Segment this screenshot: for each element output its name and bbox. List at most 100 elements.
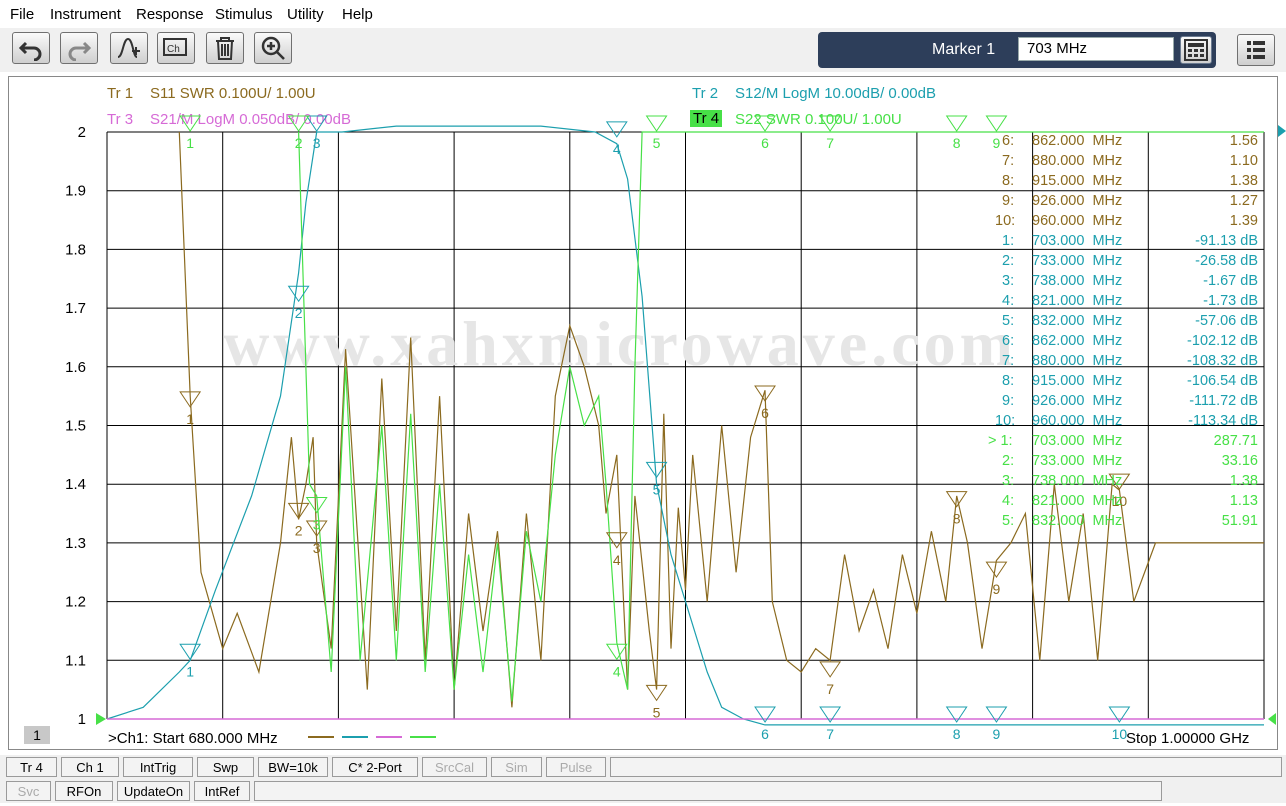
y-tick-label: 1.9 bbox=[65, 183, 86, 200]
marker-number-label: 9 bbox=[993, 135, 1001, 151]
marker-row-frequency: 821.000 MHz bbox=[1032, 493, 1123, 509]
marker-row-frequency: 703.000 MHz bbox=[1032, 433, 1123, 449]
marker-number-label: 1 bbox=[186, 135, 194, 151]
marker-row-frequency: 738.000 MHz bbox=[1032, 473, 1123, 489]
marker-number-label: 1 bbox=[186, 411, 194, 427]
marker-row-label: 7: bbox=[1002, 153, 1015, 169]
start-frequency[interactable]: >Ch1: Start 680.000 MHz bbox=[108, 730, 278, 747]
marker-row-label: 5: bbox=[1002, 513, 1015, 529]
marker-row-frequency: 862.000 MHz bbox=[1032, 333, 1123, 349]
status-service[interactable]: Svc bbox=[6, 781, 51, 801]
marker-row-label: 4: bbox=[1002, 293, 1015, 309]
marker-number-label: 2 bbox=[295, 135, 303, 151]
status-bandwidth[interactable]: BW=10k bbox=[258, 757, 328, 777]
y-tick-label: 1.7 bbox=[65, 300, 86, 317]
marker-row-value: 1.38 bbox=[1229, 473, 1258, 489]
y-tick-label: 1.1 bbox=[65, 652, 86, 669]
marker-number-label: 8 bbox=[953, 135, 961, 151]
watermark: www.xahxmicrowave.com bbox=[223, 308, 1017, 379]
marker-row-frequency: 738.000 MHz bbox=[1032, 273, 1123, 289]
marker-row-frequency: 915.000 MHz bbox=[1032, 373, 1123, 389]
trace-legend-lines bbox=[308, 736, 436, 738]
marker-row-value: 1.39 bbox=[1229, 213, 1258, 229]
stop-frequency[interactable]: Stop 1.00000 GHz bbox=[1126, 730, 1249, 747]
status-sim[interactable]: Sim bbox=[491, 757, 542, 777]
y-tick-label: 1.5 bbox=[65, 418, 86, 435]
status-trace[interactable]: Tr 4 bbox=[6, 757, 57, 777]
marker-number-label: 5 bbox=[653, 704, 661, 720]
marker-row-label: 9: bbox=[1002, 193, 1015, 209]
y-tick-labels: 2 1.9 1.8 1.7 1.6 1.5 1.4 1.3 1.2 1.1 1 bbox=[65, 124, 86, 728]
marker-row-frequency: 926.000 MHz bbox=[1032, 393, 1123, 409]
marker-triangle bbox=[179, 115, 202, 132]
marker-number-label: 4 bbox=[613, 552, 621, 568]
status-srccal[interactable]: SrcCal bbox=[422, 757, 487, 777]
marker-row-label: 6: bbox=[1002, 133, 1015, 149]
marker-row-label: 3: bbox=[1002, 273, 1015, 289]
marker-number-label: 2 bbox=[295, 522, 303, 538]
marker-row-label: 2: bbox=[1002, 453, 1015, 469]
marker-number-label: 6 bbox=[761, 135, 769, 151]
marker-number-label: 1 bbox=[186, 663, 194, 679]
marker-number-label: 6 bbox=[761, 726, 769, 742]
y-tick-label: 1.4 bbox=[65, 476, 86, 493]
status-channel[interactable]: Ch 1 bbox=[61, 757, 119, 777]
marker-row-label: 6: bbox=[1002, 333, 1015, 349]
marker-number-label: 9 bbox=[993, 726, 1001, 742]
status-int-ref[interactable]: IntRef bbox=[194, 781, 250, 801]
marker-row-label: 8: bbox=[1002, 373, 1015, 389]
status-pulse[interactable]: Pulse bbox=[546, 757, 606, 777]
status-rf-on[interactable]: RFOn bbox=[55, 781, 113, 801]
y-tick-label: 1.8 bbox=[65, 241, 86, 258]
marker-row-value: -91.13 dB bbox=[1195, 233, 1258, 249]
status-trigger[interactable]: IntTrig bbox=[123, 757, 193, 777]
marker-row-frequency: 733.000 MHz bbox=[1032, 453, 1123, 469]
marker-triangle bbox=[305, 115, 328, 132]
marker-row-label: 2: bbox=[1002, 253, 1015, 269]
reference-arrow-left bbox=[96, 713, 106, 725]
marker-row-value: 33.16 bbox=[1221, 453, 1258, 469]
marker-row-value: 1.38 bbox=[1229, 173, 1258, 189]
marker-row-frequency: 703.000 MHz bbox=[1032, 233, 1123, 249]
marker-row-value: 1.10 bbox=[1229, 153, 1258, 169]
marker-row-label: > 1: bbox=[988, 433, 1013, 449]
marker-row-frequency: 880.000 MHz bbox=[1032, 353, 1123, 369]
y-tick-label: 1.6 bbox=[65, 359, 86, 376]
y-tick-label: 1 bbox=[78, 711, 86, 728]
status-bar-top: Tr 4 Ch 1 IntTrig Swp BW=10k C* 2-Port S… bbox=[0, 755, 1286, 779]
marker-number-label: 2 bbox=[295, 305, 303, 321]
marker-row-value: 1.56 bbox=[1229, 133, 1258, 149]
marker-row-frequency: 832.000 MHz bbox=[1032, 513, 1123, 529]
marker-row-label: 5: bbox=[1002, 313, 1015, 329]
marker-row-value: -111.72 dB bbox=[1189, 393, 1258, 409]
status-bar-bottom: Svc RFOn UpdateOn IntRef bbox=[0, 779, 1286, 803]
marker-row-frequency: 915.000 MHz bbox=[1032, 173, 1123, 189]
channel-number[interactable]: 1 bbox=[24, 726, 50, 744]
marker-row-frequency: 880.000 MHz bbox=[1032, 153, 1123, 169]
status-empty-2 bbox=[254, 781, 1162, 801]
marker-row-value: 1.13 bbox=[1229, 493, 1258, 509]
status-update-on[interactable]: UpdateOn bbox=[117, 781, 190, 801]
marker-number-label: 4 bbox=[613, 141, 621, 157]
marker-triangle bbox=[605, 643, 628, 661]
status-sweep[interactable]: Swp bbox=[197, 757, 254, 777]
marker-number-label: 8 bbox=[953, 726, 961, 742]
marker-triangle bbox=[287, 285, 310, 303]
marker-row-label: 9: bbox=[1002, 393, 1015, 409]
marker-number-label: 7 bbox=[826, 681, 834, 697]
marker-triangle bbox=[179, 643, 202, 661]
marker-triangle bbox=[645, 115, 668, 132]
marker-triangle bbox=[287, 115, 310, 132]
marker-number-label: 6 bbox=[761, 405, 769, 421]
marker-number-label: 7 bbox=[826, 726, 834, 742]
status-empty bbox=[610, 757, 1282, 777]
marker-row-value: 1.27 bbox=[1229, 193, 1258, 209]
marker-row-label: 3: bbox=[1002, 473, 1015, 489]
marker-row-frequency: 926.000 MHz bbox=[1032, 193, 1123, 209]
status-calibration[interactable]: C* 2-Port bbox=[332, 757, 418, 777]
marker-triangle bbox=[819, 115, 842, 132]
marker-triangle bbox=[985, 115, 1008, 132]
marker-row-label: 8: bbox=[1002, 173, 1015, 189]
marker-row-value: -108.32 dB bbox=[1187, 353, 1258, 369]
marker-row-label: 4: bbox=[1002, 493, 1015, 509]
